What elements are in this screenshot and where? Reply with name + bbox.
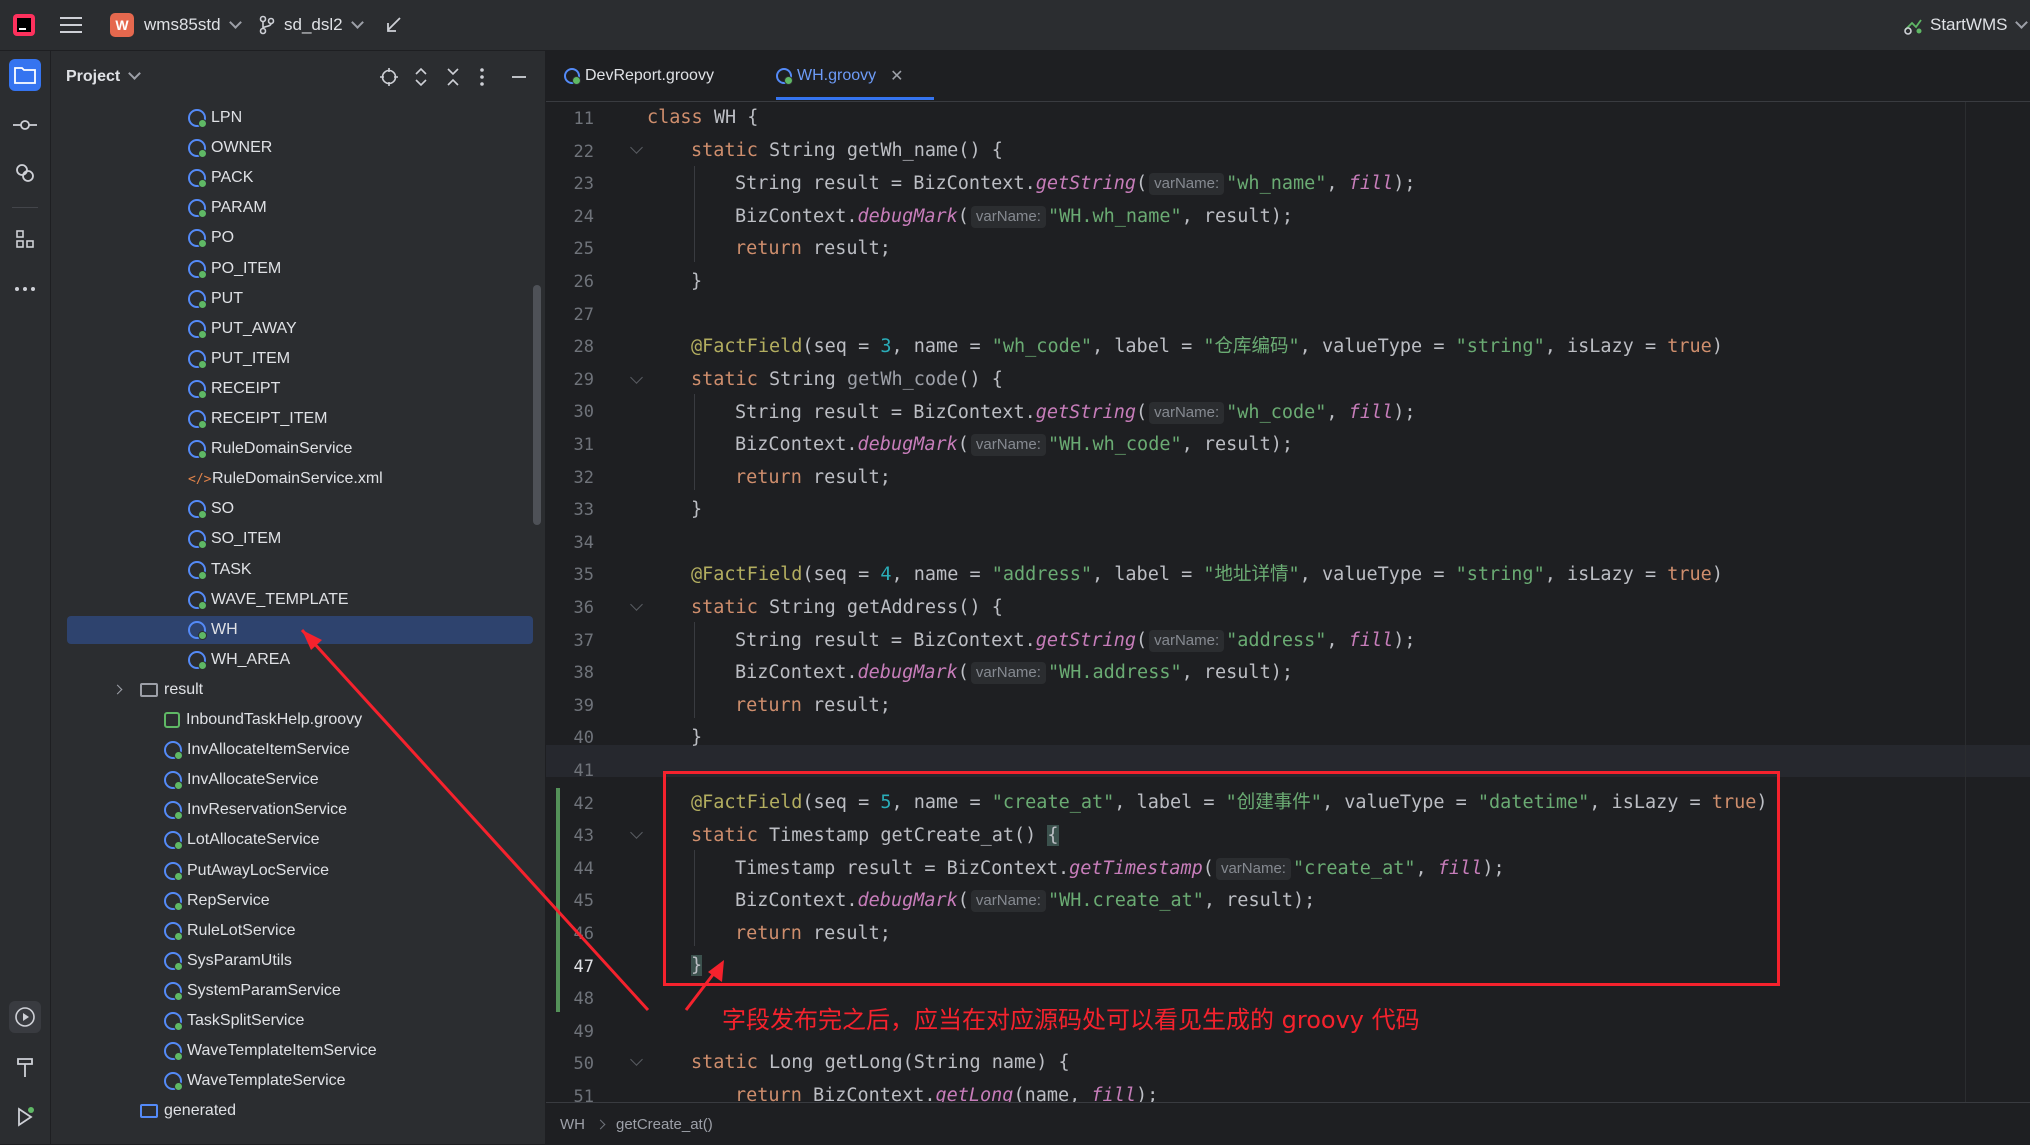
annotation-arrows — [300, 628, 724, 1012]
annotation-arrow-line — [300, 628, 650, 1012]
